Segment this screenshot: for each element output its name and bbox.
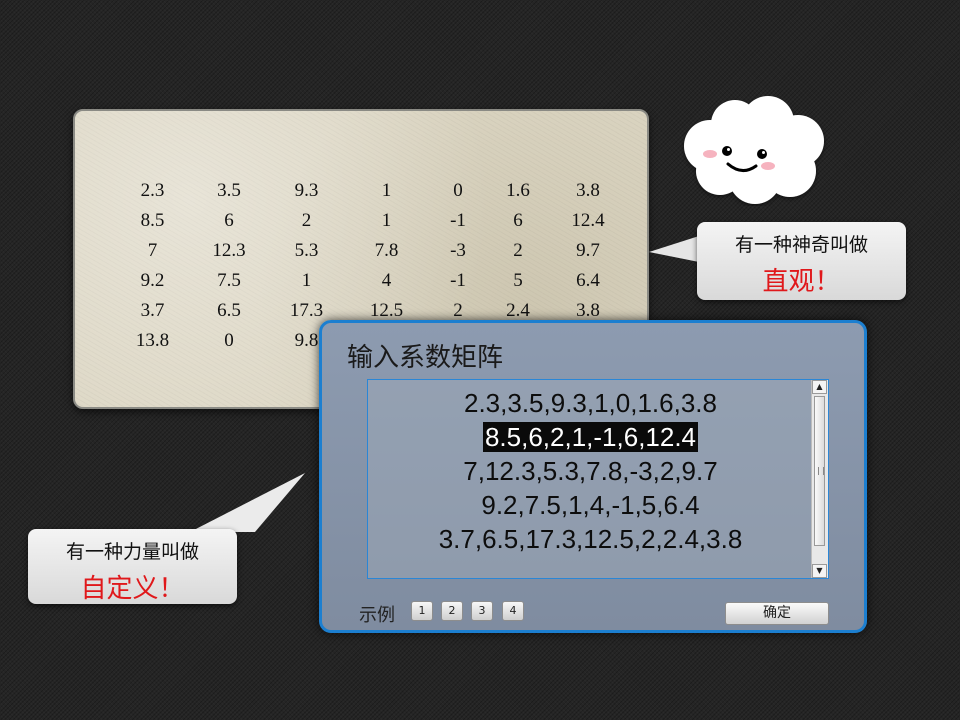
matrix-cell: 2 [453, 300, 463, 321]
matrix-cell: 7.5 [217, 270, 241, 291]
callout-tail-icon [649, 236, 699, 262]
matrix-cell: 0 [453, 180, 463, 201]
example-button-3[interactable]: 3 [471, 601, 493, 621]
matrix-cell: 1 [301, 270, 312, 291]
callout-tail-icon [190, 473, 305, 532]
scroll-up-icon[interactable]: ▲ [812, 380, 827, 394]
examples-label: 示例 [359, 605, 395, 626]
matrix-input-line-selected: 8.5,6,2,1,-1,6,12.4 [368, 420, 813, 454]
matrix-cell: 9.3 [294, 180, 319, 201]
scrollbar-thumb[interactable] [814, 396, 825, 546]
matrix-cell: 5 [513, 270, 523, 291]
matrix-input-line: 3.7,6.5,17.3,12.5,2,2.4,3.8 [368, 522, 813, 556]
matrix-input-textarea[interactable]: 2.3,3.5,9.3,1,0,1.6,3.8 8.5,6,2,1,-1,6,1… [367, 379, 829, 579]
matrix-cell: 8.5 [140, 210, 165, 231]
matrix-cell: 7 [147, 240, 158, 261]
matrix-cell: 6 [513, 210, 523, 231]
matrix-cell: 2 [301, 210, 312, 231]
matrix-cell: 3.7 [140, 300, 165, 321]
matrix-cell: 9.2 [140, 270, 165, 291]
matrix-cell: 1 [381, 180, 392, 201]
line-text: 2.3,3.5,9.3,1,0,1.6,3.8 [464, 388, 717, 418]
coefficient-matrix-dialog: 输入系数矩阵 2.3,3.5,9.3,1,0,1.6,3.8 8.5,6,2,1… [319, 320, 867, 633]
matrix-cell: 6 [224, 210, 234, 231]
matrix-row: 8.5 6 2 1 -1 6 12.4 [115, 206, 628, 236]
matrix-cell: 7.8 [374, 240, 399, 261]
matrix-cell: 2 [513, 240, 523, 261]
ok-button[interactable]: 确定 [725, 602, 829, 625]
matrix-cell: 4 [381, 270, 392, 291]
matrix-input-line: 2.3,3.5,9.3,1,0,1.6,3.8 [368, 386, 813, 420]
matrix-cell: 13.8 [135, 330, 170, 351]
matrix-cell: 6.5 [217, 300, 241, 321]
vertical-scrollbar[interactable]: ▲ ▼ [811, 380, 828, 578]
line-text: 7,12.3,5.3,7.8,-3,2,9.7 [463, 456, 718, 486]
matrix-cell: 3.8 [576, 300, 600, 321]
callout-intuitive: 有一种神奇叫做 直观！ [697, 222, 906, 300]
callout-text: 有一种力量叫做 [65, 541, 199, 563]
cloud-mascot-icon [684, 96, 824, 204]
matrix-cell: 5.3 [294, 240, 319, 261]
matrix-cell: 3.5 [217, 180, 241, 201]
example-button-2[interactable]: 2 [441, 601, 463, 621]
callout-custom: 有一种力量叫做 自定义！ [28, 529, 237, 604]
matrix-cell: 6.4 [576, 270, 600, 291]
matrix-cell: 12.5 [369, 300, 404, 321]
matrix-cell: 9.7 [576, 240, 600, 261]
matrix-cell: 17.3 [289, 300, 324, 321]
callout-highlight-text: 直观！ [762, 267, 841, 297]
matrix-cell: 0 [224, 330, 234, 351]
selected-line-text: 8.5,6,2,1,-1,6,12.4 [482, 422, 699, 452]
matrix-cell: 12.3 [212, 240, 246, 261]
matrix-row: 2.3 3.5 9.3 1 0 1.6 3.8 [115, 176, 628, 206]
matrix-input-line: 7,12.3,5.3,7.8,-3,2,9.7 [368, 454, 813, 488]
matrix-cell: 2.3 [140, 180, 165, 201]
matrix-cell: 1.6 [506, 180, 530, 201]
dialog-title: 输入系数矩阵 [347, 343, 504, 373]
callout-text: 有一种神奇叫做 [734, 234, 868, 256]
scrollbar-grip-icon [818, 467, 824, 475]
matrix-cell: 1 [381, 210, 392, 231]
matrix-cell: 3.8 [576, 180, 600, 201]
matrix-cell: -1 [450, 210, 466, 231]
callout-highlight-text: 自定义！ [80, 574, 185, 604]
line-text: 3.7,6.5,17.3,12.5,2,2.4,3.8 [438, 524, 743, 554]
matrix-cell: 2.4 [506, 300, 530, 321]
scroll-down-icon[interactable]: ▼ [812, 564, 827, 578]
matrix-cell: -1 [450, 270, 466, 291]
example-button-1[interactable]: 1 [411, 601, 433, 621]
matrix-row: 7 12.3 5.3 7.8 -3 2 9.7 [115, 236, 628, 266]
example-button-4[interactable]: 4 [502, 601, 524, 621]
matrix-input-line: 9.2,7.5,1,4,-1,5,6.4 [368, 488, 813, 522]
matrix-cell: 12.4 [571, 210, 605, 231]
matrix-cell: -3 [450, 240, 466, 261]
matrix-row: 9.2 7.5 1 4 -1 5 6.4 [115, 266, 628, 296]
line-text: 9.2,7.5,1,4,-1,5,6.4 [481, 490, 700, 520]
